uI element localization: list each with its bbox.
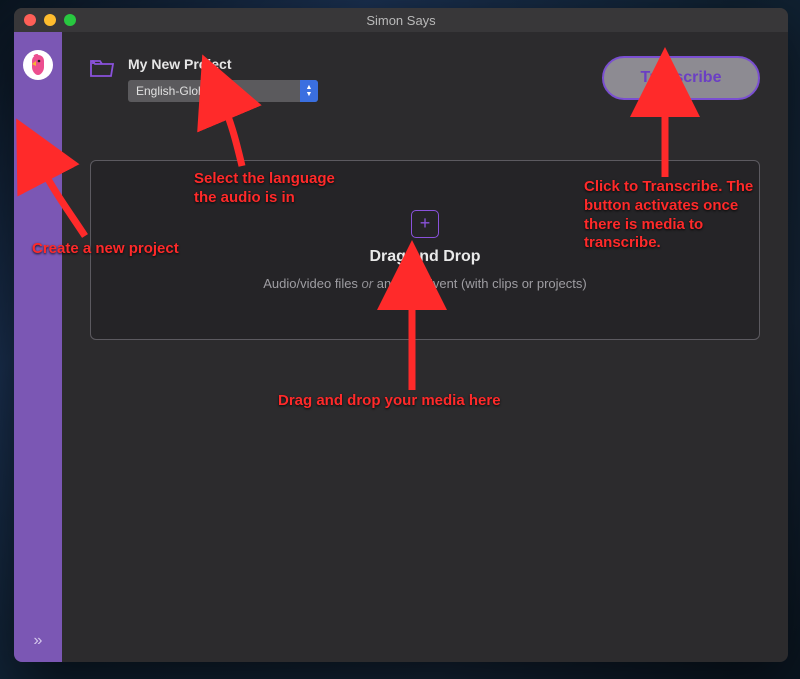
maximize-icon[interactable] [64,14,76,26]
avatar[interactable] [23,50,53,80]
project-header: My New Project English-Global ▲▼ [90,56,318,102]
app-window: Simon Says + » [14,8,788,662]
window-controls [24,14,76,26]
transcribe-button[interactable]: Transcribe [602,56,760,100]
dropzone-subtitle: Audio/video files or an FCP Event (with … [263,276,586,291]
close-icon[interactable] [24,14,36,26]
language-selected-value: English-Global [136,84,214,98]
main-panel: My New Project English-Global ▲▼ Transcr… [62,32,788,662]
sidebar: + » [14,32,62,662]
language-select[interactable]: English-Global ▲▼ [128,80,318,102]
dropzone-title: Drag and Drop [369,248,480,266]
window-title: Simon Says [14,13,788,28]
select-chevrons-icon: ▲▼ [300,80,318,102]
project-title: My New Project [128,56,318,72]
new-project-button[interactable]: + [32,150,45,172]
titlebar: Simon Says [14,8,788,32]
folder-icon [90,58,114,83]
minimize-icon[interactable] [44,14,56,26]
dropzone[interactable]: + Drag and Drop Audio/video files or an … [90,160,760,340]
add-media-icon: + [411,210,439,238]
expand-sidebar-icon[interactable]: » [34,632,43,650]
